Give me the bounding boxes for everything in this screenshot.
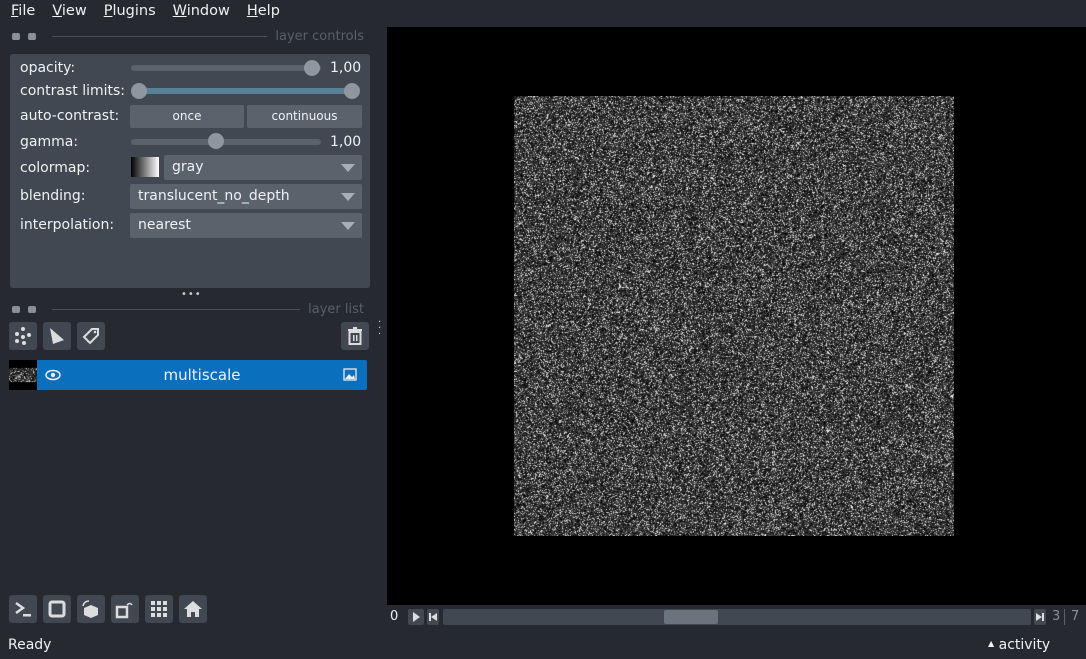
transpose-button[interactable]: [111, 595, 139, 623]
auto-contrast-once-button[interactable]: once: [130, 105, 244, 128]
delete-layer-icon: [345, 326, 365, 346]
auto-contrast-label: auto-contrast:: [20, 108, 119, 124]
splitter-handle[interactable]: •••: [181, 289, 202, 300]
divider: [1064, 609, 1065, 625]
step-last-button[interactable]: [1034, 609, 1046, 625]
colormap-preview: [131, 157, 159, 177]
menu-window[interactable]: Window: [173, 0, 230, 24]
play-icon: [408, 609, 424, 625]
chevron-down-icon: [341, 164, 355, 172]
layer-controls-title: layer controls: [275, 29, 364, 44]
image-layer-icon: [343, 368, 357, 381]
blending-label: blending:: [20, 188, 86, 204]
new-points-button[interactable]: [9, 322, 37, 350]
layer-list-header: layer list: [12, 301, 364, 317]
step-first-button[interactable]: [427, 609, 439, 625]
opacity-slider[interactable]: [131, 65, 321, 71]
close-dock-icon[interactable]: [28, 33, 36, 40]
layer-item-multiscale[interactable]: multiscale: [37, 360, 367, 390]
divider: [52, 309, 300, 310]
multiscale-image: [514, 96, 954, 536]
colormap-label: colormap:: [20, 160, 90, 176]
contrast-limits-label: contrast limits:: [20, 83, 125, 99]
colormap-dropdown[interactable]: gray: [164, 155, 362, 180]
layer-list-title: layer list: [308, 302, 364, 317]
new-labels-button[interactable]: [77, 322, 105, 350]
ndisplay-button[interactable]: [43, 595, 71, 623]
chevron-down-icon: [341, 193, 355, 201]
caret-up-icon: ▲: [988, 639, 994, 648]
float-icon[interactable]: [12, 33, 20, 40]
contrast-max-handle[interactable]: [344, 83, 360, 99]
delete-layer-button[interactable]: [341, 322, 369, 350]
interpolation-label: interpolation:: [20, 217, 114, 233]
menu-file[interactable]: File: [11, 0, 35, 24]
auto-contrast-continuous-button[interactable]: continuous: [247, 105, 362, 128]
roll-dims-button[interactable]: [77, 595, 105, 623]
dims-current-value: 0: [390, 609, 398, 624]
grid-button[interactable]: [145, 595, 173, 623]
grid-icon: [149, 599, 169, 619]
home-button[interactable]: [179, 595, 207, 623]
dims-slider[interactable]: [443, 609, 1031, 625]
blending-dropdown[interactable]: translucent_no_depth: [130, 184, 362, 209]
contrast-limits-slider[interactable]: [140, 88, 354, 94]
console-icon: [13, 599, 33, 619]
viewer-canvas[interactable]: [387, 27, 1086, 605]
gamma-value: 1,00: [330, 134, 361, 150]
gamma-label: gamma:: [20, 134, 78, 150]
roll-dims-icon: [81, 599, 101, 619]
opacity-slider-handle[interactable]: [304, 60, 320, 76]
new-shapes-button[interactable]: [43, 322, 71, 350]
layer-thumbnail: [9, 360, 37, 390]
dims-slider-handle[interactable]: [664, 610, 718, 624]
close-dock-icon[interactable]: [28, 306, 36, 313]
interpolation-dropdown[interactable]: nearest: [130, 213, 362, 238]
layer-name: multiscale: [37, 366, 367, 384]
menu-bar: File View Plugins Window Help: [0, 0, 1086, 24]
menu-view[interactable]: View: [52, 0, 86, 24]
contrast-min-handle[interactable]: [131, 83, 147, 99]
chevron-down-icon: [341, 222, 355, 230]
new-points-icon: [13, 326, 33, 346]
activity-button[interactable]: ▲ activity: [988, 637, 1050, 653]
home-icon: [183, 599, 203, 619]
transpose-icon: [115, 599, 135, 619]
dock-resize-handle[interactable]: · · ·: [378, 320, 382, 338]
ndisplay-square-icon: [47, 599, 67, 619]
gamma-slider[interactable]: [131, 139, 321, 145]
dims-max-value: 7: [1071, 609, 1079, 624]
dims-frame-value[interactable]: 3: [1052, 609, 1060, 624]
opacity-label: opacity:: [20, 60, 75, 76]
opacity-value: 1,00: [330, 60, 361, 76]
console-button[interactable]: [9, 595, 37, 623]
skip-end-icon: [1034, 609, 1046, 625]
play-button[interactable]: [408, 609, 424, 625]
new-labels-icon: [81, 326, 101, 346]
layer-controls-header: layer controls: [12, 28, 364, 44]
new-shapes-icon: [47, 326, 67, 346]
gamma-slider-handle[interactable]: [208, 133, 224, 149]
divider: [52, 36, 267, 37]
float-icon[interactable]: [12, 306, 20, 313]
menu-plugins[interactable]: Plugins: [104, 0, 156, 24]
skip-start-icon: [427, 609, 439, 625]
menu-help[interactable]: Help: [247, 0, 280, 24]
status-text: Ready: [8, 637, 51, 653]
layer-controls-panel: opacity: 1,00 contrast limits: auto-cont…: [10, 54, 370, 288]
